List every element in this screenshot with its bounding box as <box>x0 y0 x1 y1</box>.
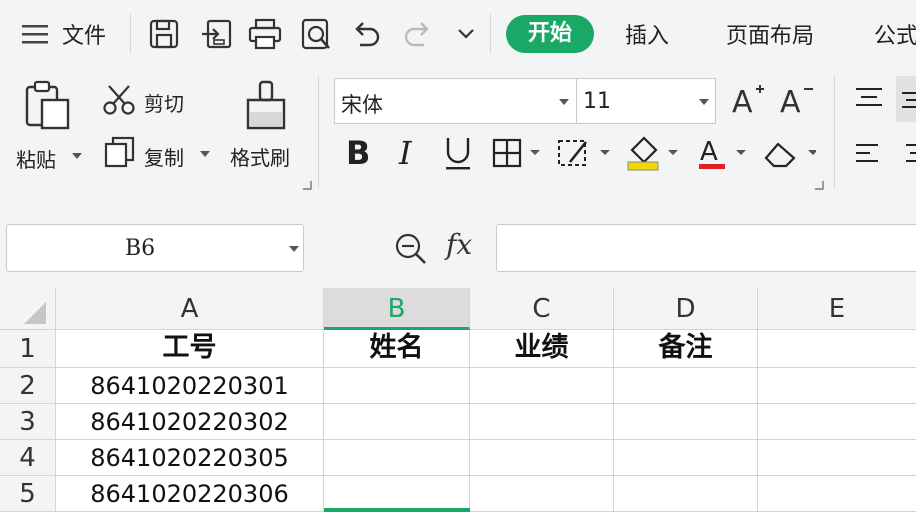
bold-icon[interactable]: B <box>344 134 374 170</box>
italic-icon[interactable]: I <box>396 134 422 170</box>
select-all-corner[interactable] <box>0 288 56 330</box>
active-cell-indicator <box>324 508 470 512</box>
tab-home[interactable]: 开始 <box>506 15 594 53</box>
paste-dropdown-caret[interactable] <box>72 153 82 159</box>
redo-icon[interactable] <box>402 20 434 50</box>
cell-e4[interactable] <box>758 440 916 476</box>
cell-d5[interactable] <box>614 476 758 512</box>
paste-label[interactable]: 粘贴 <box>16 144 56 173</box>
cut-icon[interactable] <box>102 84 136 116</box>
export-icon[interactable] <box>200 18 234 50</box>
chevron-down-icon[interactable] <box>699 99 709 105</box>
cell-b5[interactable] <box>324 476 470 512</box>
zoom-formula-icon[interactable] <box>394 232 428 266</box>
cell-b3[interactable] <box>324 404 470 440</box>
copy-dropdown-caret[interactable] <box>200 151 210 157</box>
cell-b1[interactable]: 姓名 <box>324 330 470 368</box>
borders-icon[interactable] <box>492 138 540 168</box>
svg-text:A: A <box>700 137 718 167</box>
align-top-icon[interactable] <box>854 86 884 108</box>
cell-c2[interactable] <box>470 368 614 404</box>
save-icon[interactable] <box>148 18 180 50</box>
row-header-3[interactable]: 3 <box>0 404 56 440</box>
cell-e2[interactable] <box>758 368 916 404</box>
cell-c4[interactable] <box>470 440 614 476</box>
cell-b2[interactable] <box>324 368 470 404</box>
toolbar-divider <box>130 14 131 54</box>
insert-function-label[interactable]: fx <box>446 228 472 261</box>
cell-d3[interactable] <box>614 404 758 440</box>
clipboard-group-launcher-icon[interactable] <box>302 180 312 190</box>
menu-button[interactable]: 文件 <box>18 16 118 52</box>
font-size-value: 11 <box>583 89 611 114</box>
font-name-value: 宋体 <box>341 93 383 117</box>
column-header-e[interactable]: E <box>758 288 916 330</box>
cell-d1[interactable]: 备注 <box>614 330 758 368</box>
increase-font-size-icon[interactable]: A <box>732 84 766 118</box>
font-group-launcher-icon[interactable] <box>814 180 824 190</box>
cell-e3[interactable] <box>758 404 916 440</box>
column-header-d[interactable]: D <box>614 288 758 330</box>
print-preview-icon[interactable] <box>300 18 334 52</box>
cell-a1[interactable]: 工号 <box>56 330 324 368</box>
font-size-select[interactable]: 11 <box>576 78 716 124</box>
row-header-2[interactable]: 2 <box>0 368 56 404</box>
align-center-icon[interactable] <box>902 142 916 166</box>
format-painter-label[interactable]: 格式刷 <box>230 142 290 171</box>
cell-c5[interactable] <box>470 476 614 512</box>
tab-insert[interactable]: 插入 <box>625 18 669 50</box>
tab-page-layout[interactable]: 页面布局 <box>726 18 814 50</box>
ribbon-divider <box>834 76 835 188</box>
format-painter-icon[interactable] <box>244 80 288 134</box>
underline-icon[interactable] <box>442 134 474 172</box>
chevron-down-icon[interactable] <box>559 99 569 105</box>
copy-icon[interactable] <box>104 136 136 168</box>
ribbon-divider <box>318 76 319 188</box>
column-header-c[interactable]: C <box>470 288 614 330</box>
cell-c1[interactable]: 业绩 <box>470 330 614 368</box>
tab-formulas[interactable]: 公式 <box>874 18 916 50</box>
cell-a2[interactable]: 8641020220301 <box>56 368 324 404</box>
copy-label[interactable]: 复制 <box>144 142 184 171</box>
cell-a4[interactable]: 8641020220305 <box>56 440 324 476</box>
svg-text:I: I <box>398 134 413 170</box>
svg-text:A: A <box>780 85 801 118</box>
cell-a3[interactable]: 8641020220302 <box>56 404 324 440</box>
align-left-icon[interactable] <box>854 142 884 166</box>
column-header-b[interactable]: B <box>324 288 470 330</box>
decrease-font-size-icon[interactable]: A <box>780 84 816 118</box>
chevron-down-icon[interactable] <box>456 27 476 41</box>
cell-a5[interactable]: 8641020220306 <box>56 476 324 512</box>
cell-style-icon[interactable] <box>556 136 610 170</box>
svg-text:B: B <box>346 134 370 170</box>
align-middle-icon <box>902 92 916 108</box>
file-menu-label: 文件 <box>62 24 107 49</box>
font-name-select[interactable]: 宋体 <box>334 78 578 124</box>
fill-color-icon[interactable] <box>626 134 680 172</box>
eraser-icon[interactable] <box>762 136 816 170</box>
cell-c3[interactable] <box>470 404 614 440</box>
name-box[interactable]: B6 <box>6 224 304 272</box>
name-box-value: B6 <box>125 236 156 261</box>
cell-e1[interactable] <box>758 330 916 368</box>
align-middle-button[interactable] <box>896 76 916 122</box>
row-header-4[interactable]: 4 <box>0 440 56 476</box>
cell-e5[interactable] <box>758 476 916 512</box>
undo-icon[interactable] <box>350 20 382 50</box>
cut-label[interactable]: 剪切 <box>144 88 184 117</box>
hamburger-icon <box>22 24 50 46</box>
column-header-a[interactable]: A <box>56 288 324 330</box>
chevron-down-icon[interactable] <box>289 246 299 252</box>
paste-icon[interactable] <box>24 80 74 132</box>
cell-d4[interactable] <box>614 440 758 476</box>
svg-text:A: A <box>732 85 753 118</box>
cell-d2[interactable] <box>614 368 758 404</box>
formula-input[interactable] <box>496 224 916 272</box>
print-icon[interactable] <box>248 18 282 50</box>
toolbar-divider <box>490 14 491 54</box>
font-color-icon[interactable]: A <box>698 134 750 172</box>
row-header-1[interactable]: 1 <box>0 330 56 368</box>
cell-b4[interactable] <box>324 440 470 476</box>
row-header-5[interactable]: 5 <box>0 476 56 512</box>
